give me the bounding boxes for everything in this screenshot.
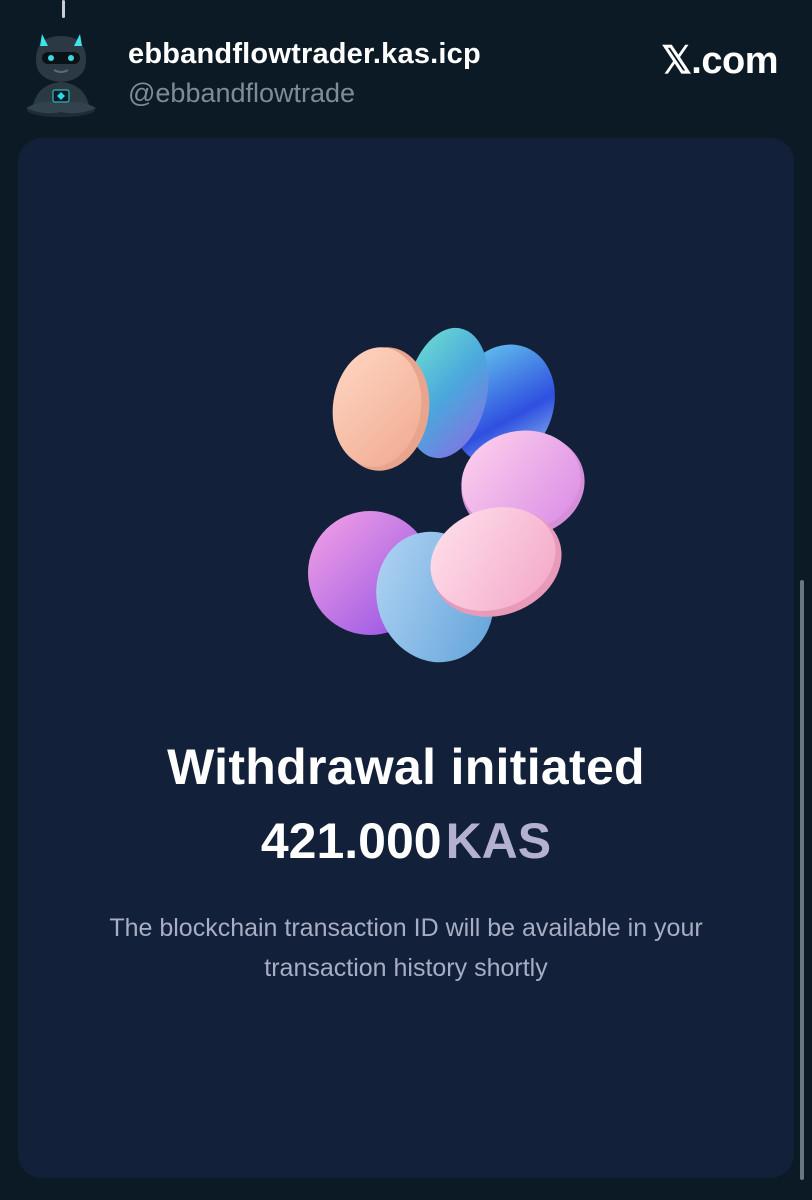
x-com-brand: 𝕏.com [661,40,778,82]
post-header: ebbandflowtrader.kas.icp @ebbandflowtrad… [0,0,812,130]
transaction-info-text: The blockchain transaction ID will be av… [109,914,703,982]
avatar[interactable] [22,26,100,118]
coin-stack-illustration [308,327,585,663]
withdrawal-amount: 421.000KAS [0,812,812,870]
user-handle[interactable]: @ebbandflowtrade [128,78,355,109]
amount-value: 421.000 [260,813,442,869]
amount-unit: KAS [445,813,552,869]
scrollbar[interactable] [800,580,804,1180]
withdrawal-title: Withdrawal initiated [167,739,645,795]
display-name[interactable]: ebbandflowtrader.kas.icp [128,38,481,71]
